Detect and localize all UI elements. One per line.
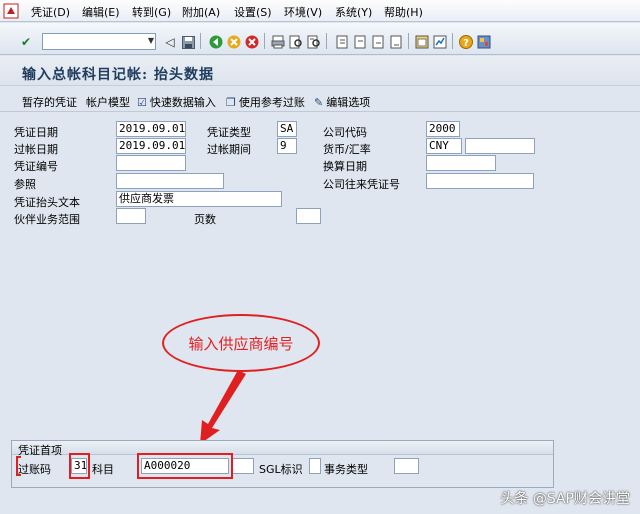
doc-date-field[interactable]: 2019.09.01 <box>116 121 186 137</box>
doc-type-field[interactable]: SA <box>277 121 297 137</box>
shortcut-icon[interactable] <box>432 34 448 50</box>
command-field[interactable]: ▼ <box>42 33 156 50</box>
menu-environment[interactable]: 环境(V) <box>284 4 322 20</box>
exit-yellow-icon[interactable] <box>226 34 242 50</box>
find-icon[interactable] <box>288 34 304 50</box>
svg-text:?: ? <box>463 38 469 49</box>
held-document-label: 暂存的凭证 <box>22 96 77 109</box>
held-document-button[interactable]: 暂存的凭证 <box>22 94 77 110</box>
header-text-field[interactable]: 供应商发票 <box>116 191 282 207</box>
doc-type-label: 凭证类型 <box>207 126 251 139</box>
trading-partner-label: 伙伴业务范围 <box>14 213 80 226</box>
period-field[interactable]: 9 <box>277 138 297 154</box>
new-session-icon[interactable] <box>414 34 430 50</box>
account-model-label: 帐户模型 <box>86 96 130 109</box>
toolbar-separator <box>408 33 409 49</box>
company-code-label: 公司代码 <box>323 126 367 139</box>
copy-document-icon: ❐ <box>226 95 236 109</box>
fast-entry-icon: ☑ <box>137 95 147 109</box>
save-icon[interactable] <box>180 34 196 50</box>
trading-partner-field[interactable] <box>116 208 146 224</box>
menu-extras[interactable]: 附加(A) <box>182 4 220 20</box>
reference-field[interactable] <box>116 173 224 189</box>
translation-date-label: 换算日期 <box>323 160 367 173</box>
menu-goto[interactable]: 转到(G) <box>132 4 171 20</box>
sap-menu-icon[interactable] <box>3 3 19 19</box>
enter-check-icon[interactable]: ✔ <box>18 34 34 50</box>
next-page-icon[interactable] <box>370 34 386 50</box>
menu-settings[interactable]: 设置(S) <box>234 4 272 20</box>
menu-system[interactable]: 系统(Y) <box>335 4 372 20</box>
transaction-type-field[interactable] <box>394 458 419 474</box>
print-icon[interactable] <box>270 34 286 50</box>
toolbar-separator <box>200 33 201 49</box>
help-icon[interactable]: ? <box>458 34 474 50</box>
intercompany-label: 公司往来凭证号 <box>323 178 400 191</box>
header-text-label: 凭证抬头文本 <box>14 196 80 209</box>
doc-number-field[interactable] <box>116 155 186 171</box>
doc-date-label: 凭证日期 <box>14 126 58 139</box>
reference-label: 参照 <box>14 178 36 191</box>
account-extension-field[interactable] <box>232 458 254 474</box>
posting-key-label: 过账码 <box>18 463 51 476</box>
post-with-reference-button[interactable]: ❐ 使用参考过账 <box>226 94 305 110</box>
account-model-button[interactable]: 帐户模型 <box>86 94 130 110</box>
callout-bubble: 输入供应商编号 <box>162 314 320 372</box>
back-arrow-icon[interactable]: ◁ <box>162 34 178 50</box>
company-code-field[interactable]: 2000 <box>426 121 460 137</box>
account-label: 科目 <box>92 463 114 476</box>
post-with-reference-label: 使用参考过账 <box>238 96 305 109</box>
doc-number-label: 凭证编号 <box>14 160 58 173</box>
watermark: 头条 @SAP财会讲堂 <box>500 491 630 507</box>
fast-data-entry-button[interactable]: ☑ 快速数据输入 <box>137 94 216 110</box>
callout-text: 输入供应商编号 <box>188 334 294 353</box>
sgl-indicator-field[interactable] <box>309 458 321 474</box>
group-header: 凭证首项 <box>12 441 553 457</box>
menu-help[interactable]: 帮助(H) <box>384 4 423 20</box>
toolbar-separator <box>452 33 453 49</box>
account-highlight <box>137 453 233 479</box>
chevron-down-icon[interactable]: ▼ <box>148 36 154 45</box>
posting-key-label-marker <box>16 456 21 476</box>
transaction-type-label: 事务类型 <box>324 463 368 476</box>
posting-date-label: 过帐日期 <box>14 143 58 156</box>
menu-edit[interactable]: 编辑(E) <box>82 4 120 20</box>
page-field[interactable] <box>296 208 321 224</box>
cancel-red-icon[interactable] <box>244 34 260 50</box>
page-label: 页数 <box>194 213 216 226</box>
intercompany-field[interactable] <box>426 173 534 189</box>
pencil-icon: ✎ <box>314 95 324 109</box>
editing-options-label: 编辑选项 <box>326 96 371 109</box>
translation-date-field[interactable] <box>426 155 496 171</box>
toolbar-separator <box>326 33 327 49</box>
toolbar-separator <box>264 33 265 49</box>
menu-document[interactable]: 凭证(D) <box>31 4 70 20</box>
exchange-rate-field[interactable] <box>465 138 535 154</box>
sgl-indicator-label: SGL标识 <box>259 463 303 476</box>
currency-rate-label: 货币/汇率 <box>323 143 371 156</box>
group-title: 凭证首项 <box>18 444 62 457</box>
fast-entry-label: 快速数据输入 <box>149 96 216 109</box>
posting-date-field[interactable]: 2019.09.01 <box>116 138 186 154</box>
back-green-icon[interactable] <box>208 34 224 50</box>
page-title: 输入总帐科目记帐: 抬头数据 <box>22 67 215 83</box>
currency-field[interactable]: CNY <box>426 138 462 154</box>
posting-key-highlight <box>69 453 90 479</box>
editing-options-button[interactable]: ✎ 编辑选项 <box>314 94 370 110</box>
last-page-icon[interactable] <box>388 34 404 50</box>
menu-bar: 凭证(D) 编辑(E) 转到(G) 附加(A) 设置(S) 环境(V) 系统(Y… <box>0 0 640 22</box>
previous-page-icon[interactable] <box>352 34 368 50</box>
find-next-icon[interactable] <box>306 34 322 50</box>
layout-menu-icon[interactable] <box>476 34 492 50</box>
period-label: 过帐期间 <box>207 143 251 156</box>
first-page-icon[interactable] <box>334 34 350 50</box>
